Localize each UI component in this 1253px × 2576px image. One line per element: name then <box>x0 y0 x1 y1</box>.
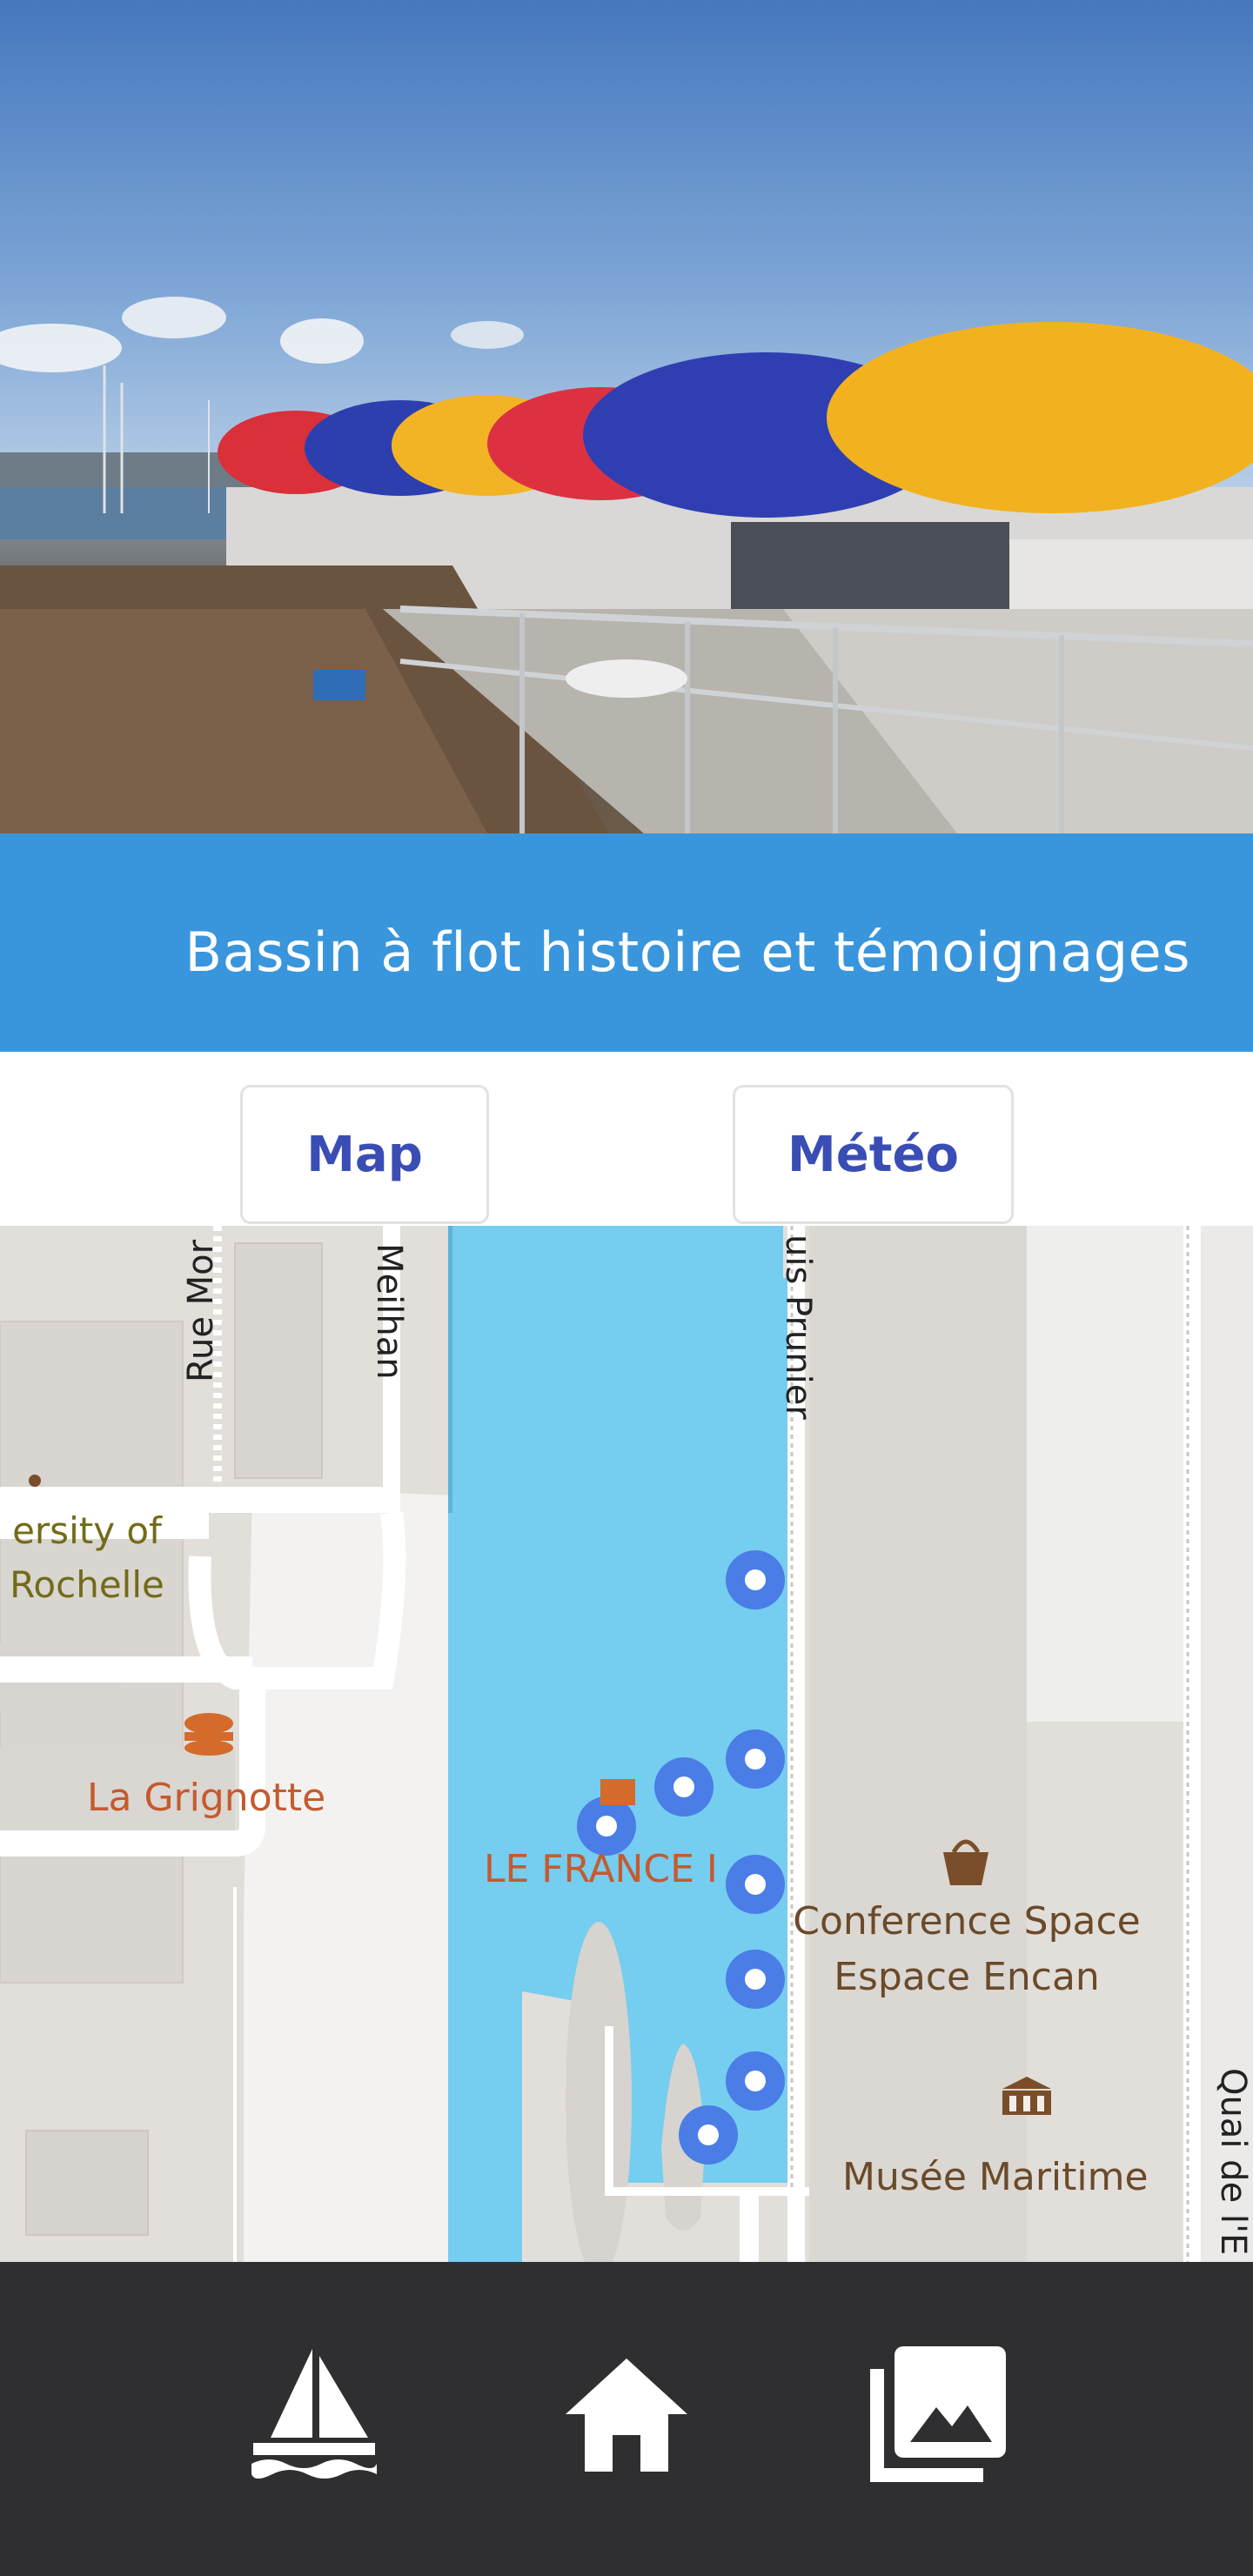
museum-ship-icon <box>600 1779 635 1805</box>
location-pin-icon[interactable] <box>726 1950 785 2009</box>
place-label-la-grignotte: La Grignotte <box>87 1776 326 1820</box>
title-bar: Bassin à flot histoire et témoignages <box>0 833 1253 1052</box>
place-label-conference-space: Conference Space Espace Encan <box>793 1899 1141 1999</box>
bottom-nav <box>0 2262 1253 2576</box>
location-pin-icon[interactable] <box>726 1730 785 1789</box>
location-pin-icon[interactable] <box>726 2051 785 2111</box>
sailboat-icon <box>251 2349 377 2479</box>
nav-gallery[interactable] <box>864 2340 1012 2488</box>
place-label-le-france: LE FRANCE I <box>484 1847 718 1891</box>
street-label: Rue Mor <box>181 1239 221 1382</box>
location-pin-icon[interactable] <box>726 1550 785 1609</box>
university-icon <box>29 1475 41 1487</box>
tab-row: Map Météo <box>0 1052 1253 1226</box>
photo-library-icon <box>870 2346 1006 2482</box>
home-icon <box>566 2359 687 2472</box>
hero-image <box>0 0 1253 833</box>
location-pin-icon[interactable] <box>679 2105 738 2165</box>
map-view[interactable]: Rue Mor Meilhan uis Prunier Quai de l'E … <box>0 1226 1253 2262</box>
street-label: Quai de l'E <box>1213 2068 1253 2256</box>
street-label: Meilhan <box>369 1243 409 1380</box>
location-pin-icon[interactable] <box>654 1757 714 1817</box>
burger-icon <box>184 1713 233 1756</box>
harbor-photo <box>0 0 1253 833</box>
place-label-university: ersity of Rochelle <box>10 1509 164 1606</box>
tab-map[interactable]: Map <box>240 1085 489 1224</box>
street-label: uis Prunier <box>778 1234 818 1420</box>
nav-sailing[interactable] <box>240 2340 388 2488</box>
page-title: Bassin à flot histoire et témoignages <box>184 920 1190 984</box>
tab-meteo[interactable]: Météo <box>733 1085 1014 1224</box>
nav-home[interactable] <box>553 2340 700 2488</box>
place-label-musee-maritime: Musée Maritime <box>842 2155 1149 2199</box>
location-pin-icon[interactable] <box>726 1855 785 1914</box>
